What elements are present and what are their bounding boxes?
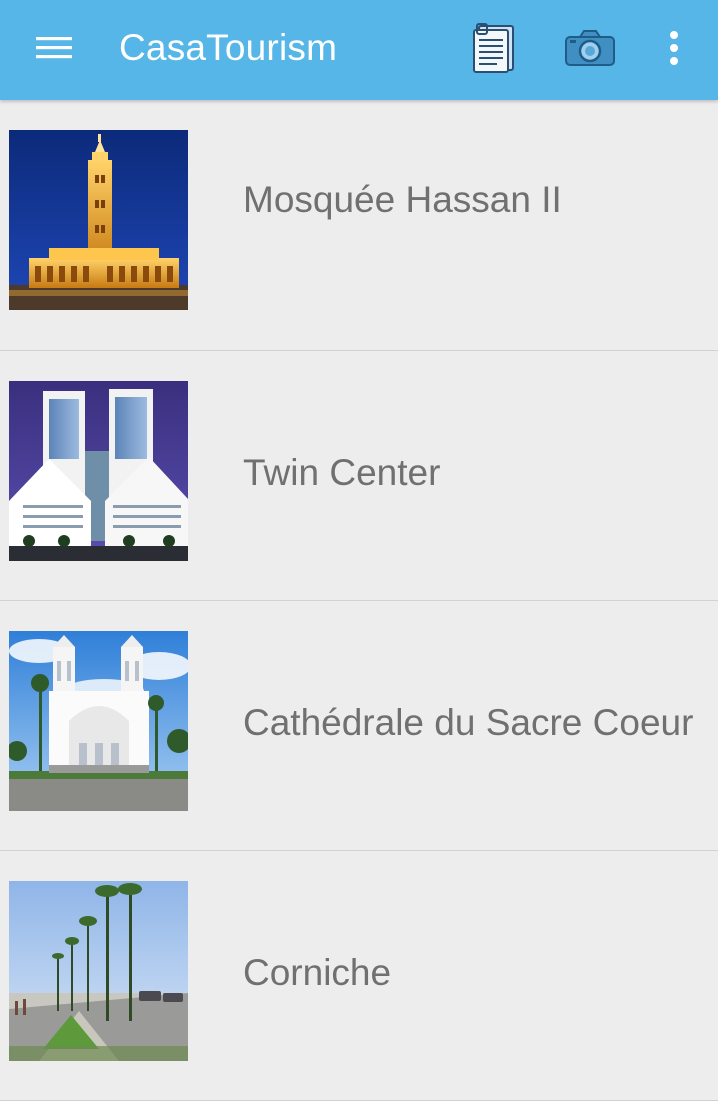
- place-name: Mosquée Hassan II: [243, 179, 562, 220]
- overflow-menu-button[interactable]: [652, 22, 696, 74]
- list-item[interactable]: Corniche: [0, 851, 718, 1101]
- list-item[interactable]: Mosquée Hassan II: [0, 100, 718, 351]
- corniche-promenade-photo: [9, 881, 188, 1061]
- list-item[interactable]: Twin Center: [0, 351, 718, 601]
- list-item[interactable]: Cathédrale du Sacre Coeur: [0, 601, 718, 851]
- place-name: Twin Center: [243, 452, 441, 493]
- places-list: Mosquée Hassan II Twin Center Cathédrale…: [0, 100, 718, 1101]
- more-vertical-icon: [670, 31, 678, 65]
- document-list-icon: [473, 23, 514, 73]
- place-name: Cathédrale du Sacre Coeur: [243, 702, 694, 743]
- place-name: Corniche: [243, 952, 392, 993]
- camera-button[interactable]: [558, 20, 622, 76]
- hassan-ii-mosque-photo: [9, 130, 188, 310]
- app-bar: CasaTourism: [0, 0, 718, 100]
- documents-button[interactable]: [462, 18, 526, 78]
- menu-button[interactable]: [26, 24, 82, 70]
- sacre-coeur-cathedral-photo: [9, 631, 188, 811]
- twin-center-photo: [9, 381, 188, 561]
- app-title: CasaTourism: [119, 27, 338, 68]
- hamburger-menu-icon: [36, 37, 72, 59]
- camera-icon: [565, 30, 615, 66]
